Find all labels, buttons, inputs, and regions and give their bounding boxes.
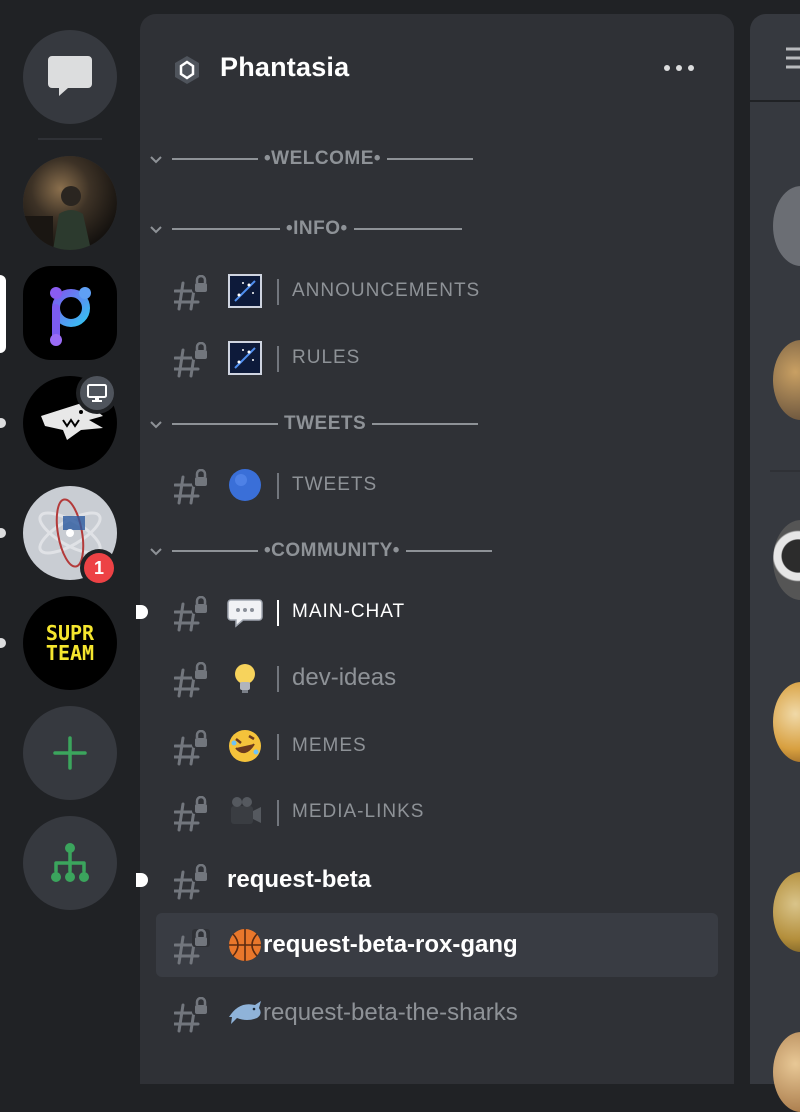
server-rail: 1 SUPR TEAM <box>0 0 140 1069</box>
category-tweets[interactable]: TWEETS <box>172 413 484 435</box>
supr-team-logo-line1: SUPR <box>45 621 95 645</box>
channel-request-beta-rox-gang[interactable]: request-beta-rox-gang <box>156 913 718 977</box>
channel-name: dev-ideas <box>292 664 397 691</box>
chevron-down-icon[interactable] <box>148 546 164 558</box>
category-label: •INFO• <box>286 218 348 239</box>
channel-request-beta-the-sharks[interactable]: request-beta-the-sharks <box>156 981 718 1045</box>
unread-dot <box>0 528 6 538</box>
movie-camera-emoji-icon <box>231 797 261 824</box>
category-info[interactable]: •INFO• <box>172 218 468 240</box>
channel-name: ANNOUNCEMENTS <box>292 280 481 301</box>
supr-team-logo-line2: TEAM <box>45 641 95 665</box>
locked-channel-icon <box>174 275 212 311</box>
unread-dot <box>0 418 6 428</box>
category-community[interactable]: •COMMUNITY• <box>172 540 498 562</box>
explore-servers-button[interactable] <box>23 816 117 910</box>
channel-name: RULES <box>292 347 361 368</box>
blue-circle-emoji-icon <box>229 469 261 501</box>
channel-name: MAIN-CHAT <box>292 601 406 622</box>
light-bulb-emoji-icon <box>235 664 255 693</box>
channel-name: request-beta <box>227 866 372 893</box>
server-supr-team[interactable]: SUPR TEAM <box>23 596 117 690</box>
locked-channel-icon <box>174 864 212 900</box>
channel-separator <box>277 734 279 760</box>
rofl-emoji-icon <box>229 730 261 762</box>
hamburger-menu-icon[interactable] <box>786 46 800 70</box>
channel-separator <box>277 346 279 372</box>
locked-channel-icon <box>174 730 212 766</box>
channel-name: request-beta-rox-gang <box>263 931 518 958</box>
phantasia-logo-icon <box>50 287 91 346</box>
channel-media-links[interactable]: MEDIA-LINKS <box>156 780 718 844</box>
stars-emoji-icon <box>228 274 262 308</box>
active-server-indicator <box>0 275 6 353</box>
channel-tweets[interactable]: TWEETS <box>156 453 718 517</box>
server-name[interactable]: Phantasia <box>220 52 349 83</box>
speech-balloon-emoji-icon <box>227 599 263 628</box>
locked-channel-icon <box>174 469 212 505</box>
category-label: •COMMUNITY• <box>264 540 400 561</box>
stars-emoji-icon <box>228 341 262 375</box>
locked-channel-icon <box>174 662 212 698</box>
streaming-status <box>76 372 118 414</box>
channel-separator <box>277 800 279 826</box>
locked-channel-icon <box>174 342 212 378</box>
channel-rules[interactable]: RULES <box>156 326 718 390</box>
server-photo[interactable] <box>23 156 117 250</box>
category-label: •WELCOME• <box>264 148 382 169</box>
locked-channel-icon <box>174 997 212 1033</box>
basketball-emoji-icon <box>229 929 261 961</box>
category-label: TWEETS <box>284 413 367 434</box>
channel-memes[interactable]: MEMES <box>156 714 718 778</box>
mention-badge: 1 <box>80 549 118 587</box>
add-server-button[interactable] <box>23 706 117 800</box>
locked-channel-icon <box>174 796 212 832</box>
server-boost-icon <box>175 56 199 84</box>
server-phantasia[interactable] <box>23 266 117 360</box>
channel-main-chat[interactable]: MAIN-CHAT <box>156 580 718 644</box>
chevron-down-icon[interactable] <box>148 154 164 166</box>
chevron-down-icon[interactable] <box>148 224 164 236</box>
channel-separator <box>277 600 279 626</box>
channel-name: TWEETS <box>292 474 378 495</box>
message-divider <box>770 470 800 472</box>
locked-channel-icon <box>174 929 212 965</box>
channel-separator <box>277 473 279 499</box>
hierarchy-icon <box>51 843 89 882</box>
channel-name: MEMES <box>292 735 367 756</box>
locked-channel-icon <box>174 596 212 632</box>
photo-avatar-image <box>23 186 91 250</box>
direct-messages-button[interactable] <box>23 30 117 124</box>
chat-header-divider <box>750 100 800 102</box>
more-options-icon[interactable] <box>661 60 697 76</box>
category-welcome[interactable]: •WELCOME• <box>172 148 479 170</box>
unread-dot <box>0 638 6 648</box>
monitor-icon <box>87 384 107 402</box>
channel-name: MEDIA-LINKS <box>292 801 425 822</box>
dolphin-emoji-icon <box>229 1001 261 1024</box>
channel-separator <box>277 279 279 305</box>
plus-icon <box>53 736 87 770</box>
rail-divider <box>38 138 102 140</box>
channel-dev-ideas[interactable]: dev-ideas <box>156 646 718 710</box>
channel-announcements[interactable]: ANNOUNCEMENTS <box>156 259 718 323</box>
channel-request-beta[interactable]: request-beta <box>156 848 718 912</box>
channel-separator <box>277 666 279 692</box>
chevron-down-icon[interactable] <box>148 419 164 431</box>
chat-bubble-icon <box>48 56 92 96</box>
channel-name: request-beta-the-sharks <box>263 999 518 1026</box>
